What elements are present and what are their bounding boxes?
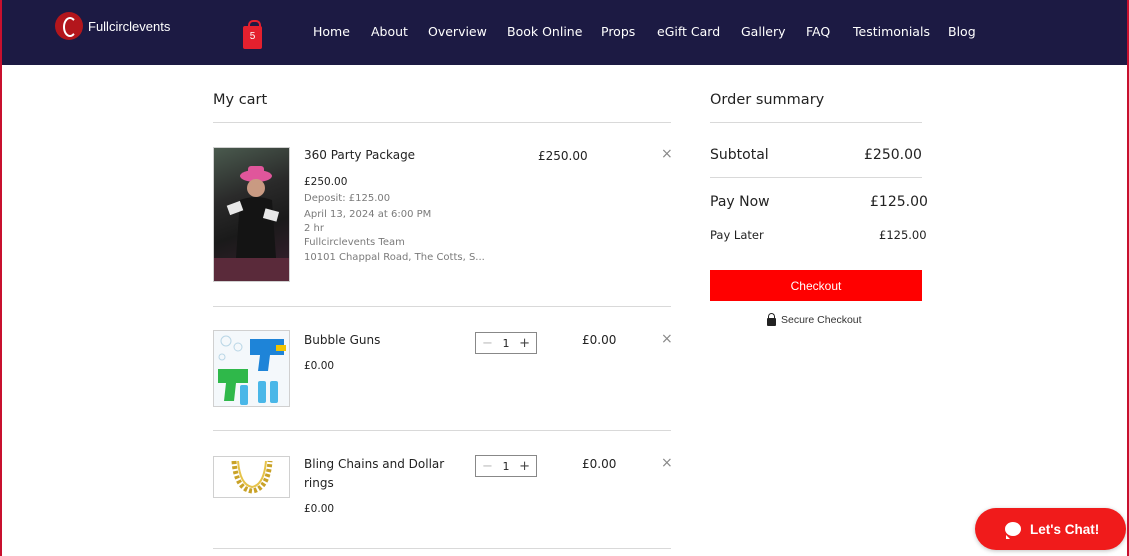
pay-later-label: Pay Later [710,228,764,242]
nav-home[interactable]: Home [313,24,350,39]
summary-divider [710,122,922,123]
party-photo [214,166,289,281]
item-price: £0.00 [304,503,335,515]
close-icon[interactable]: × [661,455,673,471]
item-divider [213,430,671,431]
checkout-button[interactable]: Checkout [710,270,922,301]
item-price: £0.00 [304,360,335,372]
item-price: £250.00 [304,176,348,188]
item-name[interactable]: Bling Chains and Dollar rings [304,455,454,493]
item-divider [213,548,671,549]
subtotal-value: £250.00 [864,147,922,163]
nav-overview[interactable]: Overview [428,24,487,39]
item-line-total: £0.00 [582,457,617,471]
close-icon[interactable]: × [661,146,673,162]
cart-divider [213,122,671,123]
nav-egift-card[interactable]: eGift Card [657,24,720,39]
item-deposit: Deposit: £125.00 [304,193,391,204]
item-line-total: £0.00 [582,333,617,347]
decrease-quantity-button[interactable]: − [482,336,493,351]
pay-later-value: £125.00 [879,228,927,242]
top-navigation-bar: Fullcirclevents 5 Home About Overview Bo… [0,0,1129,65]
pay-now-value: £125.00 [870,194,928,210]
item-duration: 2 hr [304,223,324,234]
item-name[interactable]: 360 Party Package [304,146,415,165]
increase-quantity-button[interactable]: + [519,336,530,351]
item-staff: Fullcirclevents Team [304,237,405,248]
nav-faq[interactable]: FAQ [806,24,830,39]
pay-now-label: Pay Now [710,194,770,210]
item-location: 10101 Chappal Road, The Cotts, S... [304,252,485,263]
gold-chain-photo [231,460,273,494]
nav-testimonials[interactable]: Testimonials [853,24,930,39]
item-name[interactable]: Bubble Guns [304,331,380,350]
chat-bubble-icon [1005,522,1021,539]
item-image-360-party[interactable] [213,147,290,282]
item-date: April 13, 2024 at 6:00 PM [304,209,432,220]
nav-about[interactable]: About [371,24,408,39]
quantity-value[interactable]: 1 [503,460,510,473]
nav-blog[interactable]: Blog [948,24,976,39]
order-summary-title: Order summary [710,92,825,108]
nav-book-online[interactable]: Book Online [507,24,582,39]
increase-quantity-button[interactable]: + [519,459,530,474]
main-nav: Home About Overview Book Online Props eG… [0,24,1129,42]
nav-props[interactable]: Props [601,24,635,39]
bubble-guns-photo [218,335,286,405]
page-frame [0,0,1129,556]
subtotal-label: Subtotal [710,147,769,163]
nav-gallery[interactable]: Gallery [741,24,786,39]
quantity-value[interactable]: 1 [503,337,510,350]
chat-button[interactable]: Let's Chat! [975,508,1126,550]
chat-label: Let's Chat! [1030,521,1100,537]
item-image-bling-chains[interactable] [213,456,290,498]
close-icon[interactable]: × [661,331,673,347]
quantity-stepper: − 1 + [475,332,537,354]
quantity-stepper: − 1 + [475,455,537,477]
lock-icon [767,312,776,326]
item-divider [213,306,671,307]
decrease-quantity-button[interactable]: − [482,459,493,474]
item-line-total: £250.00 [538,149,588,163]
item-image-bubble-guns[interactable] [213,330,290,407]
summary-divider [710,177,922,178]
cart-title: My cart [213,92,268,108]
secure-checkout-note: Secure Checkout [767,312,862,326]
secure-checkout-label: Secure Checkout [781,314,862,326]
